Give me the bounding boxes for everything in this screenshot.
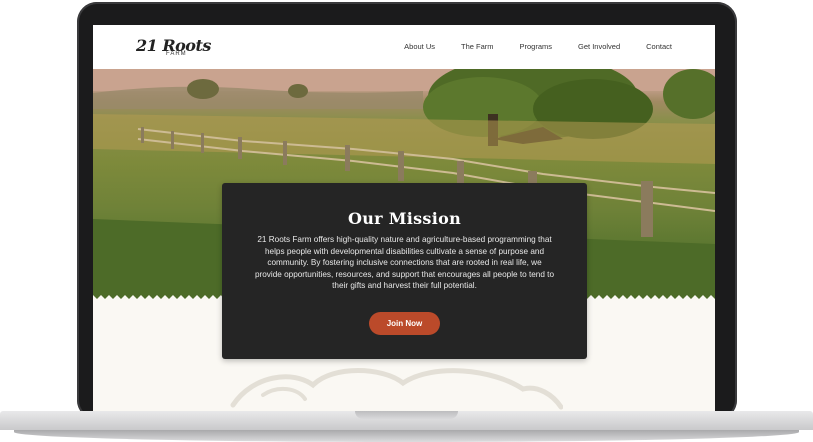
nav-about-us[interactable]: About Us (404, 42, 435, 51)
nav-get-involved[interactable]: Get Involved (578, 42, 620, 51)
nav-programs[interactable]: Programs (520, 42, 553, 51)
mission-title: Our Mission (347, 209, 462, 228)
nav-contact[interactable]: Contact (646, 42, 672, 51)
laptop-foot (14, 430, 799, 442)
site-header: 21 Roots FARM About Us The Farm Programs… (93, 25, 715, 69)
site-logo[interactable]: 21 Roots FARM (136, 36, 211, 60)
mission-description: 21 Roots Farm offers high-quality nature… (254, 235, 555, 290)
main-nav: About Us The Farm Programs Get Involved … (378, 42, 672, 51)
laptop-notch (355, 411, 458, 419)
tree-sketch-decoration (230, 368, 563, 410)
nav-the-farm[interactable]: The Farm (461, 42, 494, 51)
logo-subtitle: FARM (166, 51, 187, 57)
website-screen: 21 Roots FARM About Us The Farm Programs… (93, 25, 715, 411)
mission-card: Our Mission 21 Roots Farm offers high-qu… (222, 183, 587, 359)
join-now-button[interactable]: Join Now (368, 311, 441, 335)
laptop-base (0, 411, 813, 442)
